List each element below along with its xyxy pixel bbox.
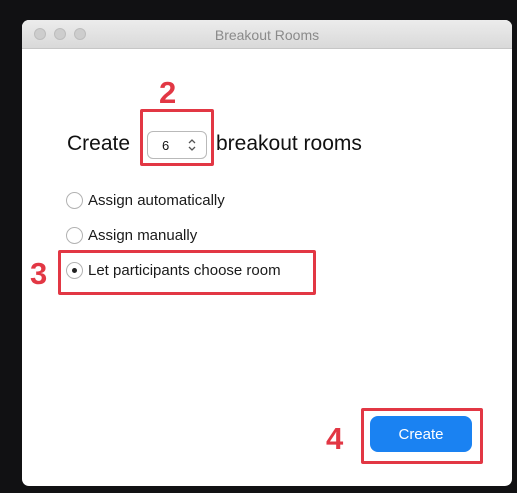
radio-assign-manually[interactable]: [66, 227, 83, 244]
option-label[interactable]: Assign manually: [88, 227, 197, 244]
highlight-box-option: [58, 250, 316, 295]
window-title: Breakout Rooms: [214, 27, 320, 43]
highlight-box-stepper: [140, 109, 214, 166]
option-label[interactable]: Assign automatically: [88, 192, 225, 209]
step-marker-3: 3: [30, 256, 48, 291]
breakout-rooms-label: breakout rooms: [216, 132, 362, 155]
highlight-box-create: [361, 408, 483, 464]
create-label: Create: [67, 132, 131, 155]
step-marker-4: 4: [326, 421, 344, 456]
radio-assign-automatically[interactable]: [66, 192, 83, 209]
step-marker-2: 2: [159, 75, 177, 110]
title-bar: Breakout Rooms: [22, 20, 512, 49]
